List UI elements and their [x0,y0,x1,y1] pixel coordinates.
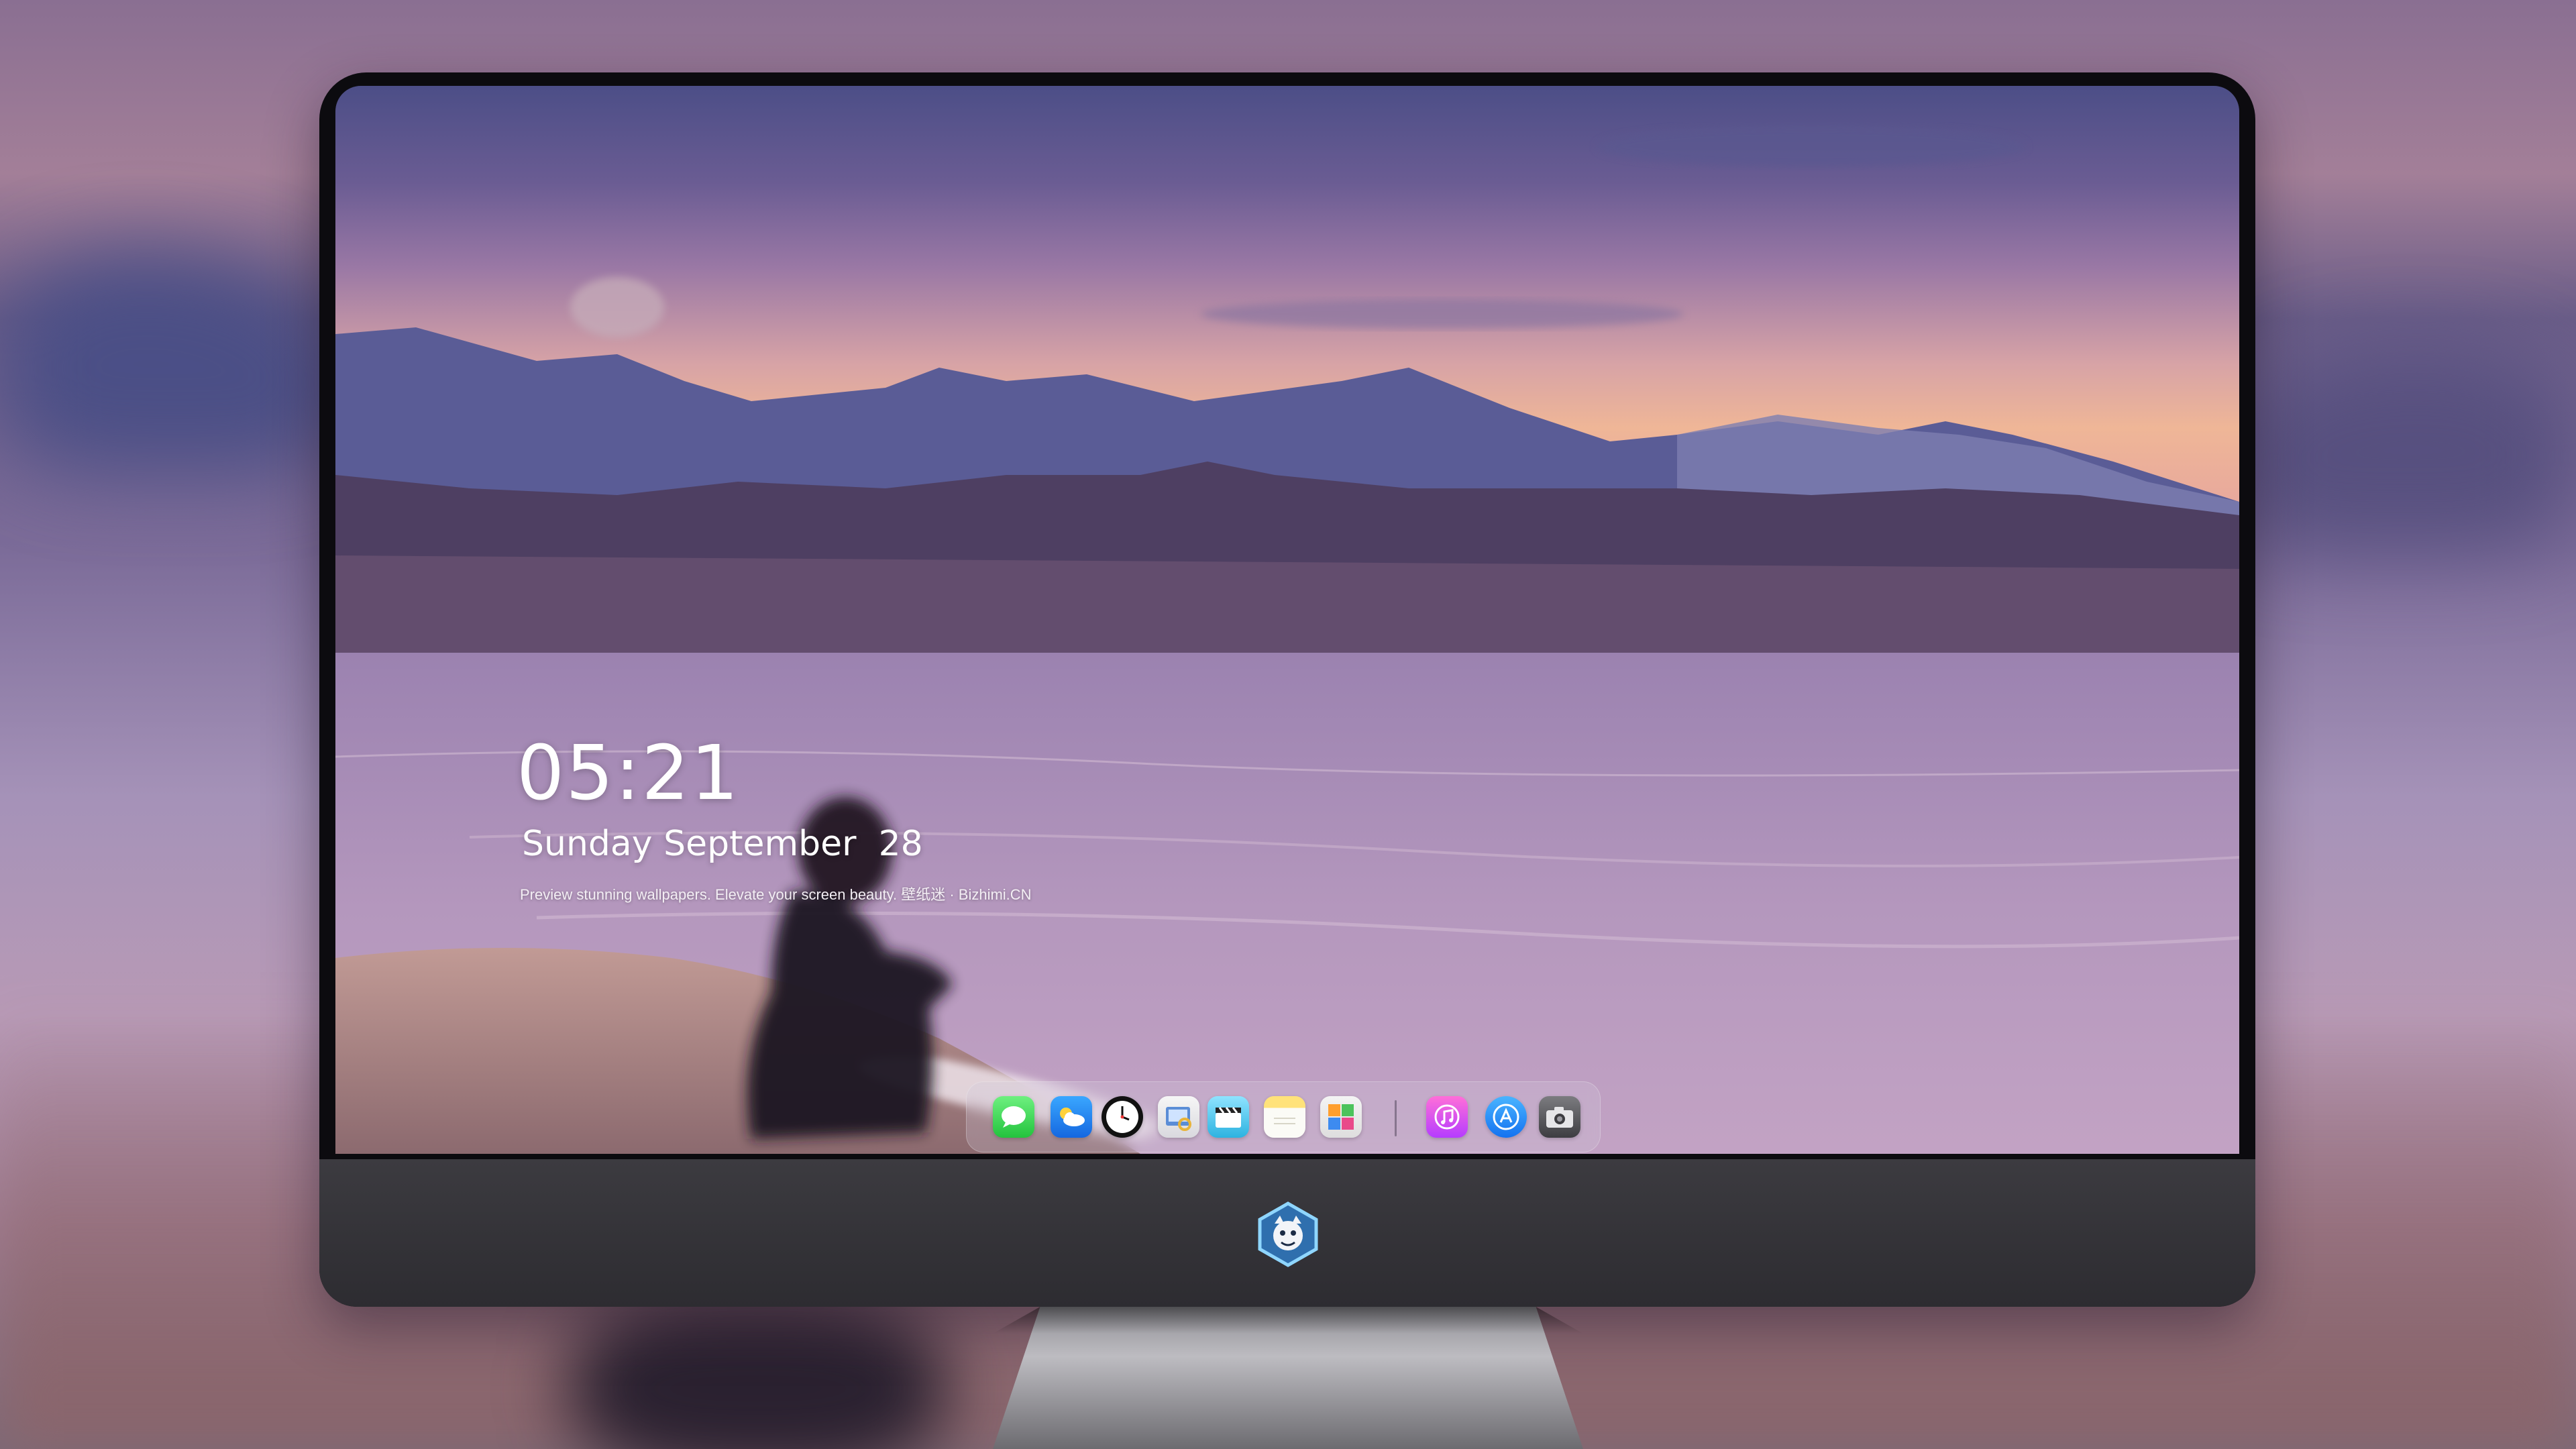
wallpaper-tagline: Preview stunning wallpapers. Elevate you… [520,886,1032,903]
wallpaper-landscape [335,126,2239,1154]
preview-icon[interactable] [1158,1096,1199,1138]
desktop-mockup-scene: 05:21 Sunday September 28 Preview stunni… [0,0,2576,1449]
music-icon[interactable] [1426,1096,1468,1138]
monitor-stand-shadow [993,1307,1583,1334]
messages-icon[interactable] [993,1096,1034,1138]
clapperboard-icon[interactable] [1208,1096,1249,1138]
blurred-mountain-left [0,255,349,470]
blurred-figure [570,1301,946,1449]
blurred-mountain-right [2227,349,2576,550]
photos-icon[interactable] [1320,1096,1362,1138]
clock-date: Sunday September 28 [522,824,923,864]
app-store-icon[interactable] [1485,1096,1527,1138]
notes-icon[interactable] [1264,1096,1305,1138]
dock-separator [1395,1100,1397,1136]
clock-time: 05:21 [517,730,740,817]
screen-wallpaper [335,86,2239,1154]
weather-icon[interactable] [1051,1096,1092,1138]
camera-icon[interactable] [1539,1096,1580,1138]
clock-icon[interactable] [1102,1096,1143,1138]
brand-logo-icon [1258,1201,1318,1267]
